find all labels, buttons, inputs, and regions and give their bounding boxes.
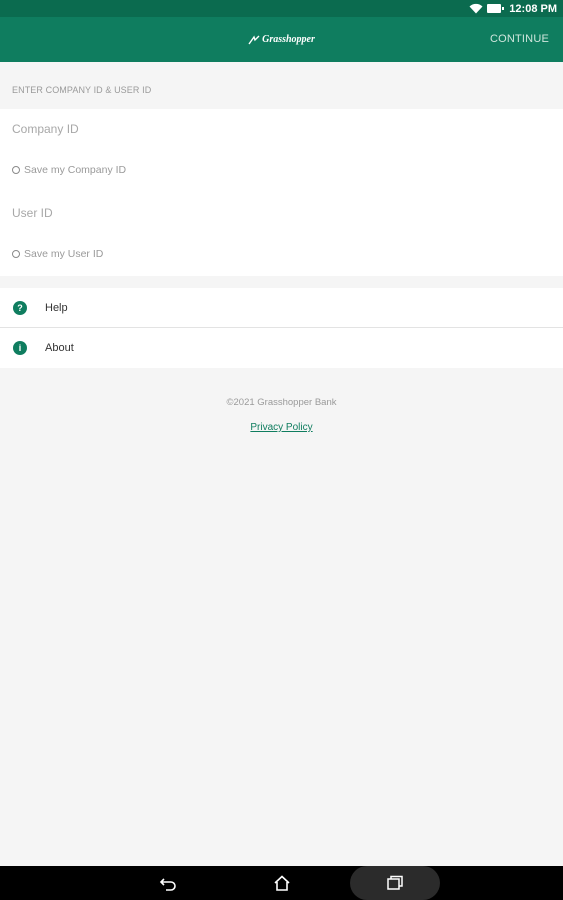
menu-item-help[interactable]: ? Help xyxy=(0,288,563,328)
clock: 12:08 PM xyxy=(509,2,557,15)
save-company-id-radio[interactable] xyxy=(12,166,20,174)
home-button[interactable] xyxy=(264,866,300,900)
wifi-icon xyxy=(469,3,483,14)
home-icon xyxy=(274,875,290,891)
logo-text: Grasshopper xyxy=(262,34,315,45)
save-user-id-toggle[interactable]: Save my User ID xyxy=(12,248,103,260)
menu-list: ? Help i About xyxy=(0,288,563,368)
menu-item-about-label: About xyxy=(45,342,74,354)
privacy-policy-link[interactable]: Privacy Policy xyxy=(250,422,312,433)
recents-icon xyxy=(387,875,403,890)
back-icon xyxy=(159,878,176,891)
user-id-field[interactable] xyxy=(12,205,552,221)
help-icon: ? xyxy=(13,300,27,315)
privacy-policy-row: Privacy Policy xyxy=(0,422,563,433)
company-id-field[interactable] xyxy=(12,121,552,137)
save-company-id-toggle[interactable]: Save my Company ID xyxy=(12,164,126,176)
status-bar: 12:08 PM xyxy=(0,0,563,17)
save-user-id-label: Save my User ID xyxy=(24,248,104,260)
system-nav-bar xyxy=(0,866,563,900)
save-user-id-radio[interactable] xyxy=(12,250,20,258)
save-company-id-label: Save my Company ID xyxy=(24,164,127,176)
grasshopper-logo-icon xyxy=(248,34,260,44)
menu-item-about[interactable]: i About xyxy=(0,328,563,368)
continue-button[interactable]: CONTINUE xyxy=(490,33,549,45)
info-icon: i xyxy=(13,341,27,355)
grasshopper-logo: Grasshopper xyxy=(248,34,315,45)
menu-item-help-label: Help xyxy=(45,301,68,314)
section-header: ENTER COMPANY ID & USER ID xyxy=(12,85,152,95)
back-button[interactable] xyxy=(150,866,186,900)
battery-icon xyxy=(487,4,505,13)
recents-button[interactable] xyxy=(350,866,440,900)
copyright-text: ©2021 Grasshopper Bank xyxy=(226,397,337,408)
app-bar: Grasshopper CONTINUE xyxy=(0,17,563,62)
login-form: Save my Company ID Save my User ID xyxy=(0,109,563,276)
